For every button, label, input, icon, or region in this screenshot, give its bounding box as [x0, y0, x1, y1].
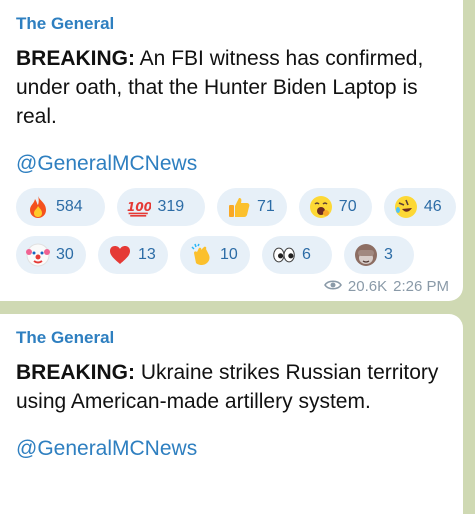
reaction-count: 46	[423, 198, 442, 215]
reaction-eyes[interactable]: 6	[262, 236, 332, 274]
reactions: 584 100 319 71 70 46 30 13 10 6 3	[16, 188, 456, 274]
view-count: 20.6K	[347, 278, 388, 295]
breaking-label: BREAKING:	[16, 361, 135, 384]
reaction-fire[interactable]: 584	[16, 188, 106, 226]
reaction-thumbs-up[interactable]: 71	[217, 188, 287, 226]
thumbs-up-icon	[227, 195, 251, 219]
reaction-count: 3	[384, 246, 393, 263]
channel-handle-link[interactable]: @GeneralMCNews	[16, 434, 449, 463]
reaction-count: 584	[56, 198, 83, 215]
reaction-monkey[interactable]: 3	[344, 236, 414, 274]
clown-face-icon	[26, 243, 50, 267]
sender-name[interactable]: The General	[16, 14, 449, 34]
reaction-count: 71	[257, 198, 275, 215]
message-text: BREAKING: An FBI witness has confirmed, …	[16, 44, 449, 131]
reaction-count: 70	[338, 198, 357, 215]
reaction-hundred[interactable]: 100 319	[117, 188, 205, 226]
sender-name[interactable]: The General	[16, 328, 449, 348]
reactions-row: 584 100 319 71 70 46	[16, 188, 456, 226]
yawning-face-icon	[309, 195, 333, 219]
message-meta: 20.6K 2:26 PM	[323, 278, 449, 295]
reaction-count: 319	[157, 198, 185, 215]
reaction-count: 30	[56, 246, 74, 263]
message-text: BREAKING: Ukraine strikes Russian territ…	[16, 358, 449, 416]
reaction-clap[interactable]: 10	[180, 236, 250, 274]
reaction-yawn[interactable]: 70	[298, 188, 372, 226]
views-icon	[323, 278, 342, 295]
eyes-icon	[272, 243, 296, 267]
reaction-count: 6	[302, 246, 311, 263]
hundred-points-icon: 100	[127, 195, 151, 219]
breaking-label: BREAKING:	[16, 47, 135, 70]
svg-text:100: 100	[127, 200, 151, 214]
message-bubble[interactable]: The General BREAKING: Ukraine strikes Ru…	[0, 314, 463, 514]
clapping-hands-icon	[190, 243, 214, 267]
see-no-evil-monkey-icon	[354, 243, 378, 267]
message-time: 2:26 PM	[393, 278, 449, 295]
reaction-heart[interactable]: 13	[98, 236, 168, 274]
reactions-row: 30 13 10 6 3	[16, 236, 456, 274]
channel-handle-link[interactable]: @GeneralMCNews	[16, 149, 449, 178]
reaction-count: 10	[220, 246, 238, 263]
red-heart-icon	[108, 243, 132, 267]
reaction-rofl[interactable]: 46	[383, 188, 456, 226]
rolling-laughing-icon	[394, 195, 418, 219]
fire-icon	[26, 195, 50, 219]
reaction-count: 13	[138, 246, 156, 263]
reaction-clown[interactable]: 30	[16, 236, 86, 274]
message-bubble[interactable]: The General BREAKING: An FBI witness has…	[0, 0, 463, 301]
